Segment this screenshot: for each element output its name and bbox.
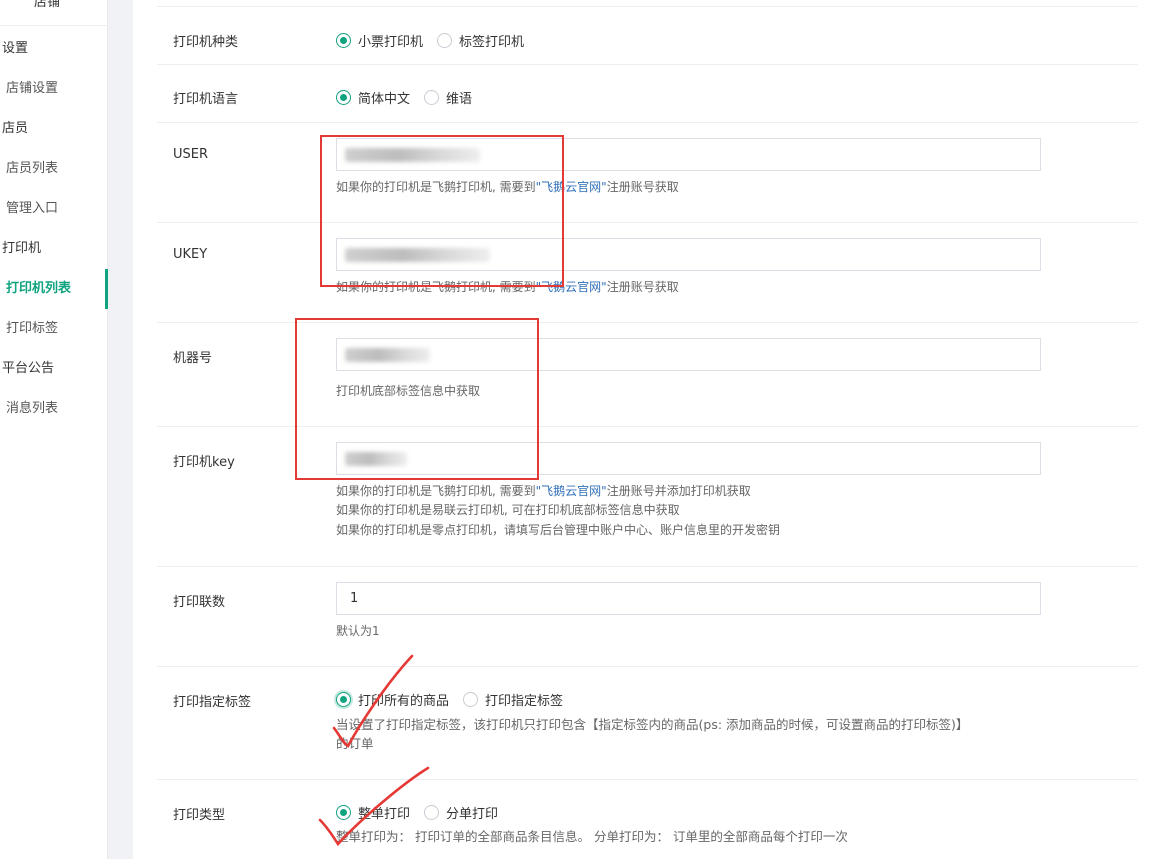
printer-key-label: 打印机key: [173, 455, 235, 470]
radio-circle[interactable]: [424, 90, 440, 105]
printer-type-label: 打印机种类: [173, 35, 239, 50]
radio-whole-order-print[interactable]: 整单打印: [336, 803, 410, 822]
sidebar-item-message-list[interactable]: 消息列表: [0, 389, 108, 429]
sidebar-item-store-settings[interactable]: 店铺设置: [0, 69, 108, 109]
print-tag-label: 打印指定标签: [173, 695, 252, 710]
print-copies-input[interactable]: 1: [336, 582, 1041, 615]
radio-label: 简体中文: [358, 92, 411, 107]
radio-circle[interactable]: [463, 692, 479, 707]
sidebar-item-admin-entry[interactable]: 管理入口: [0, 189, 108, 229]
form-row-print-tag: 打印指定标签 打印所有的商品 打印指定标签 当设置了打印指定标签，该打印机只打印…: [157, 667, 1138, 780]
printer-key-help-line1: 如果你的打印机是飞鹅打印机, 需要到"飞鹅云官网"注册账号并添加打印机获取: [336, 482, 751, 500]
print-tag-help-line1: 当设置了打印指定标签，该打印机只打印包含【指定标签内的商品(ps: 添加商品的时…: [336, 717, 969, 732]
user-label: USER: [173, 147, 209, 162]
help-prefix: 如果你的打印机是飞鹅打印机, 需要到: [336, 180, 536, 194]
radio-simplified-chinese[interactable]: 简体中文: [336, 88, 410, 107]
sidebar: 店铺 设置 店铺设置 店员 店员列表 管理入口 打印机 打印机列表 打印标签 平…: [0, 0, 108, 859]
help-suffix: 注册账号获取: [606, 180, 679, 194]
form-row-print-copies: 打印联数 1 默认为1: [157, 567, 1138, 667]
form-row-print-mode: 打印类型 整单打印 分单打印 整单打印为： 打印订单的全部商品条目信息。 分单打…: [157, 780, 1138, 859]
form-row-machine-number: 机器号 打印机底部标签信息中获取: [157, 323, 1138, 427]
print-mode-radio-group: 整单打印 分单打印: [336, 803, 512, 822]
blurred-value: [345, 452, 407, 466]
sidebar-group-staff[interactable]: 店员: [0, 109, 108, 149]
blurred-value: [345, 348, 430, 362]
machine-number-input[interactable]: [336, 338, 1041, 371]
form-row-printer-type: 打印机种类 小票打印机 标签打印机: [157, 6, 1138, 65]
content-gutter: [108, 0, 133, 859]
sidebar-top: 店铺: [0, 0, 108, 26]
print-mode-help-text: 整单打印为： 打印订单的全部商品条目信息。 分单打印为： 订单里的全部商品每个打…: [336, 829, 848, 844]
radio-circle[interactable]: [336, 692, 351, 707]
sidebar-item-print-tags[interactable]: 打印标签: [0, 309, 108, 349]
help-suffix: 注册账号获取: [606, 280, 679, 294]
radio-label: 打印指定标签: [485, 694, 564, 709]
print-mode-label: 打印类型: [173, 808, 226, 823]
form-row-ukey: UKEY 如果你的打印机是飞鹅打印机, 需要到"飞鹅云官网"注册账号获取: [157, 223, 1138, 323]
radio-label: 打印所有的商品: [358, 694, 450, 709]
ukey-help-text: 如果你的打印机是飞鹅打印机, 需要到"飞鹅云官网"注册账号获取: [336, 278, 679, 296]
form-row-printer-language: 打印机语言 简体中文 维语: [157, 65, 1138, 123]
radio-print-all-products[interactable]: 打印所有的商品: [336, 690, 449, 709]
form-row-user: USER 如果你的打印机是飞鹅打印机, 需要到"飞鹅云官网"注册账号获取: [157, 123, 1138, 223]
printer-type-radio-group: 小票打印机 标签打印机: [336, 31, 538, 50]
radio-label: 整单打印: [358, 807, 411, 822]
radio-receipt-printer[interactable]: 小票打印机: [336, 31, 423, 50]
user-help-text: 如果你的打印机是飞鹅打印机, 需要到"飞鹅云官网"注册账号获取: [336, 178, 679, 196]
radio-label: 维语: [446, 92, 473, 107]
radio-circle[interactable]: [336, 90, 351, 105]
radio-uyghur[interactable]: 维语: [424, 88, 472, 107]
feie-cloud-link[interactable]: "飞鹅云官网": [536, 484, 607, 498]
sidebar-item-printer-list[interactable]: 打印机列表: [0, 269, 108, 309]
sidebar-item-staff-list[interactable]: 店员列表: [0, 149, 108, 189]
print-copies-help-text: 默认为1: [336, 624, 380, 638]
sidebar-group-printer[interactable]: 打印机: [0, 229, 108, 269]
print-tag-help-line2: 的订单: [336, 736, 374, 751]
radio-label: 分单打印: [446, 807, 499, 822]
printer-language-radio-group: 简体中文 维语: [336, 88, 486, 107]
help-prefix: 如果你的打印机是飞鹅打印机, 需要到: [336, 280, 536, 294]
feie-cloud-link[interactable]: "飞鹅云官网": [536, 180, 607, 194]
sidebar-store-label[interactable]: 店铺: [34, 0, 60, 10]
ukey-input[interactable]: [336, 238, 1041, 271]
radio-circle[interactable]: [336, 33, 351, 48]
radio-circle[interactable]: [336, 805, 351, 820]
sidebar-group-settings[interactable]: 设置: [0, 29, 108, 69]
print-copies-label: 打印联数: [173, 595, 226, 610]
blurred-value: [345, 248, 490, 262]
help-suffix: 注册账号并添加打印机获取: [606, 484, 751, 498]
user-input[interactable]: [336, 138, 1041, 171]
form-row-printer-key: 打印机key 如果你的打印机是飞鹅打印机, 需要到"飞鹅云官网"注册账号并添加打…: [157, 427, 1138, 567]
radio-label-printer[interactable]: 标签打印机: [437, 31, 524, 50]
printer-language-label: 打印机语言: [173, 92, 239, 107]
help-prefix: 如果你的打印机是飞鹅打印机, 需要到: [336, 484, 536, 498]
sidebar-group-announcements[interactable]: 平台公告: [0, 349, 108, 389]
machine-number-help-text: 打印机底部标签信息中获取: [336, 384, 481, 398]
feie-cloud-link[interactable]: "飞鹅云官网": [536, 280, 607, 294]
ukey-label: UKEY: [173, 247, 208, 262]
radio-label: 小票打印机: [358, 35, 424, 50]
radio-print-specified-tag[interactable]: 打印指定标签: [463, 690, 563, 709]
radio-split-order-print[interactable]: 分单打印: [424, 803, 498, 822]
radio-label: 标签打印机: [459, 35, 525, 50]
radio-circle[interactable]: [437, 33, 453, 48]
blurred-value: [345, 148, 480, 162]
printer-key-help-line3: 如果你的打印机是零点打印机，请填写后台管理中账户中心、账户信息里的开发密钥: [336, 523, 781, 537]
printer-key-input[interactable]: [336, 442, 1041, 475]
printer-key-help-line2: 如果你的打印机是易联云打印机, 可在打印机底部标签信息中获取: [336, 503, 680, 517]
printer-form: 打印机种类 小票打印机 标签打印机 打印机语言 简体中文 维语 USER 如果你…: [133, 0, 1155, 859]
radio-circle[interactable]: [424, 805, 440, 820]
machine-number-label: 机器号: [173, 351, 213, 366]
print-tag-radio-group: 打印所有的商品 打印指定标签: [336, 690, 577, 709]
